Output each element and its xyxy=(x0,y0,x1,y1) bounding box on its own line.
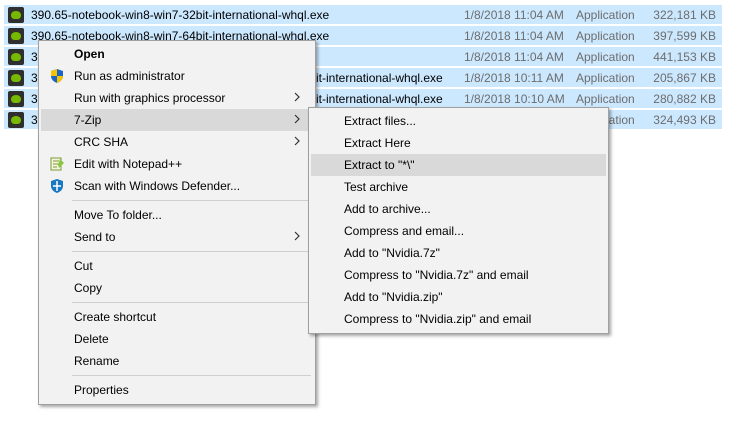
nvidia-file-icon xyxy=(8,49,24,65)
file-size: 280,882 KB xyxy=(653,92,716,106)
windows-defender-icon xyxy=(51,179,63,193)
file-name: 390.65-notebook-win8-win7-32bit-internat… xyxy=(31,8,330,22)
file-type: Application xyxy=(576,50,635,64)
menu-item-add-to-zip[interactable]: Add to "Nvidia.zip" xyxy=(311,286,606,308)
file-type: Application xyxy=(576,92,635,106)
menu-item-move-to-folder[interactable]: Move To folder... xyxy=(41,204,313,226)
menu-item-cut[interactable]: Cut xyxy=(41,255,313,277)
menu-item-label: Add to "Nvidia.zip" xyxy=(344,290,443,304)
menu-item-label: Extract Here xyxy=(344,136,411,150)
seven-zip-submenu: Extract files... Extract Here Extract to… xyxy=(308,107,609,334)
menu-item-label: Create shortcut xyxy=(74,310,157,324)
chevron-right-icon xyxy=(294,92,300,102)
menu-item-add-to-archive[interactable]: Add to archive... xyxy=(311,198,606,220)
chevron-right-icon xyxy=(294,136,300,146)
menu-item-open[interactable]: Open xyxy=(41,43,313,65)
notepad-plus-plus-icon xyxy=(50,157,64,171)
explorer-view: 390.65-notebook-win8-win7-32bit-internat… xyxy=(0,0,735,426)
menu-item-label: Compress to "Nvidia.zip" and email xyxy=(344,312,532,326)
menu-separator xyxy=(72,375,311,376)
menu-item-label: Scan with Windows Defender... xyxy=(74,179,241,193)
file-name-suffix: it-international-whql.exe xyxy=(316,92,443,106)
file-size: 322,181 KB xyxy=(653,8,716,22)
menu-item-label: CRC SHA xyxy=(74,135,129,149)
menu-item-crc-sha[interactable]: CRC SHA xyxy=(41,131,313,153)
menu-item-label: Add to "Nvidia.7z" xyxy=(344,246,440,260)
menu-item-label: Copy xyxy=(74,281,103,295)
context-menu: Open Run as administrator Run with graph… xyxy=(38,40,316,405)
menu-item-create-shortcut[interactable]: Create shortcut xyxy=(41,306,313,328)
nvidia-file-icon xyxy=(8,91,24,107)
menu-item-label: Cut xyxy=(74,259,93,273)
menu-item-delete[interactable]: Delete xyxy=(41,328,313,350)
menu-item-label: Delete xyxy=(74,332,109,346)
menu-item-label: Open xyxy=(74,47,105,61)
file-size: 205,867 KB xyxy=(653,71,716,85)
chevron-right-icon xyxy=(294,231,300,241)
uac-shield-icon xyxy=(51,69,63,83)
nvidia-file-icon xyxy=(8,112,24,128)
nvidia-file-icon xyxy=(8,28,24,44)
menu-item-add-to-7z[interactable]: Add to "Nvidia.7z" xyxy=(311,242,606,264)
menu-item-test-archive[interactable]: Test archive xyxy=(311,176,606,198)
menu-item-run-as-admin[interactable]: Run as administrator xyxy=(41,65,313,87)
chevron-right-icon xyxy=(294,114,300,124)
menu-item-scan-defender[interactable]: Scan with Windows Defender... xyxy=(41,175,313,197)
file-date: 1/8/2018 10:10 AM xyxy=(464,92,565,106)
menu-item-rename[interactable]: Rename xyxy=(41,350,313,372)
file-date: 1/8/2018 11:04 AM xyxy=(464,29,564,43)
menu-item-label: Move To folder... xyxy=(74,208,162,222)
file-name-suffix: it-international-whql.exe xyxy=(316,71,443,85)
file-type: Application xyxy=(576,29,635,43)
menu-item-send-to[interactable]: Send to xyxy=(41,226,313,248)
menu-item-label: Extract files... xyxy=(344,114,417,128)
menu-item-extract-files[interactable]: Extract files... xyxy=(311,110,606,132)
nvidia-file-icon xyxy=(8,7,24,23)
file-type: Application xyxy=(576,8,635,22)
nvidia-file-icon xyxy=(8,70,24,86)
menu-item-label: Test archive xyxy=(344,180,409,194)
menu-item-label: Edit with Notepad++ xyxy=(74,157,183,171)
menu-item-label: Rename xyxy=(74,354,120,368)
menu-item-label: Properties xyxy=(74,383,129,397)
menu-separator xyxy=(72,200,311,201)
file-row[interactable]: 390.65-notebook-win8-win7-32bit-internat… xyxy=(4,5,722,25)
menu-item-properties[interactable]: Properties xyxy=(41,379,313,401)
menu-item-label: Run with graphics processor xyxy=(74,91,226,105)
file-size: 441,153 KB xyxy=(653,50,716,64)
file-size: 397,599 KB xyxy=(653,29,716,43)
menu-item-label: Add to archive... xyxy=(344,202,431,216)
menu-item-label: Compress to "Nvidia.7z" and email xyxy=(344,268,529,282)
menu-item-edit-notepad[interactable]: Edit with Notepad++ xyxy=(41,153,313,175)
menu-item-7zip[interactable]: 7-Zip xyxy=(41,109,313,131)
menu-item-compress-email[interactable]: Compress and email... xyxy=(311,220,606,242)
menu-item-label: Compress and email... xyxy=(344,224,465,238)
menu-item-run-with-gpu[interactable]: Run with graphics processor xyxy=(41,87,313,109)
menu-item-copy[interactable]: Copy xyxy=(41,277,313,299)
file-type: Application xyxy=(576,71,635,85)
file-date: 1/8/2018 11:04 AM xyxy=(464,50,564,64)
menu-separator xyxy=(72,251,311,252)
file-size: 324,493 KB xyxy=(653,113,716,127)
menu-item-label: Extract to "*\" xyxy=(344,158,415,172)
file-date: 1/8/2018 10:11 AM xyxy=(464,71,564,85)
menu-item-label: Run as administrator xyxy=(74,69,185,83)
menu-item-label: 7-Zip xyxy=(74,113,102,127)
file-date: 1/8/2018 11:04 AM xyxy=(464,8,564,22)
menu-item-label: Send to xyxy=(74,230,116,244)
menu-item-extract-to[interactable]: Extract to "*\" xyxy=(311,154,606,176)
menu-item-compress-zip-email[interactable]: Compress to "Nvidia.zip" and email xyxy=(311,308,606,330)
menu-item-compress-7z-email[interactable]: Compress to "Nvidia.7z" and email xyxy=(311,264,606,286)
menu-item-extract-here[interactable]: Extract Here xyxy=(311,132,606,154)
menu-separator xyxy=(72,302,311,303)
